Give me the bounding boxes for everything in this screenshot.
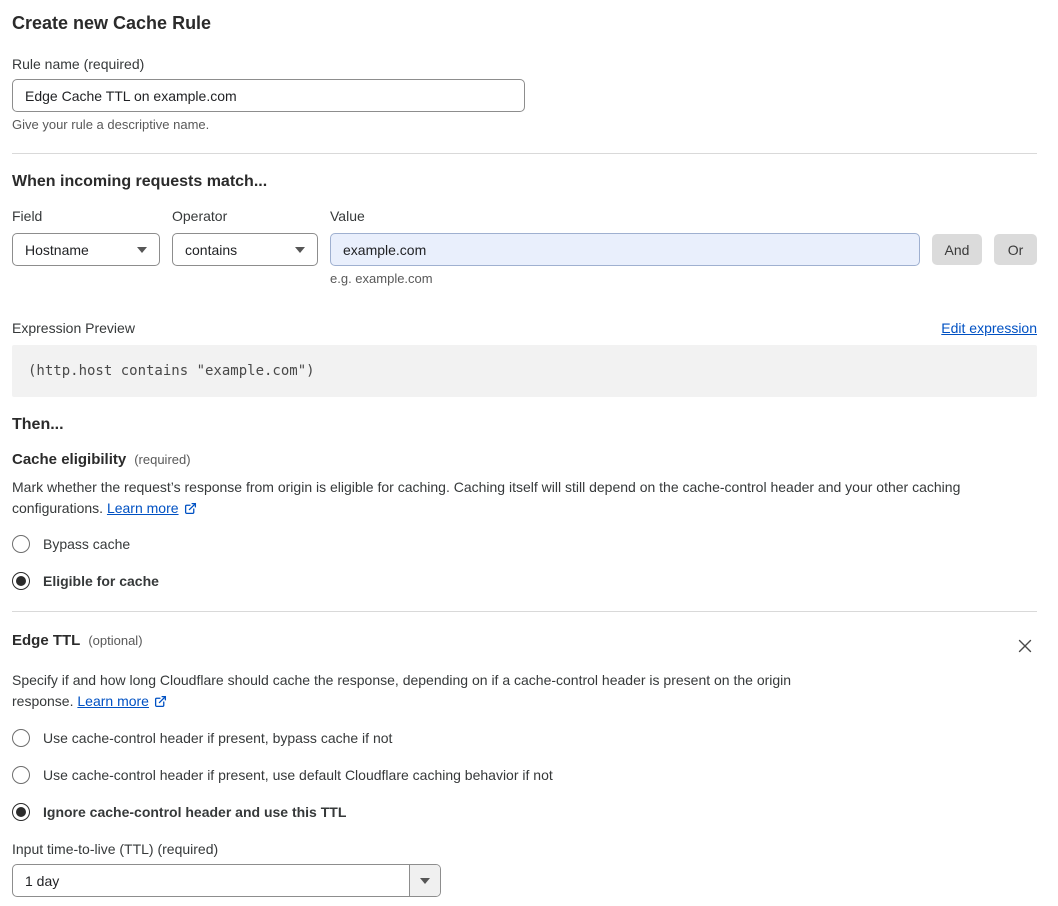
then-heading: Then... — [12, 416, 64, 433]
rule-name-section: Rule name (required) Give your rule a de… — [12, 56, 1037, 132]
ttl-select-value: 1 day — [25, 872, 60, 889]
external-link-icon — [154, 695, 166, 708]
rule-name-label: Rule name (required) — [12, 56, 145, 72]
page-title: Create new Cache Rule — [12, 13, 212, 33]
rule-name-input[interactable] — [12, 79, 525, 112]
radio-option-label[interactable]: Eligible for cache — [43, 573, 159, 589]
ttl-select-arrow-button[interactable] — [409, 865, 440, 896]
divider — [12, 153, 1037, 154]
chevron-down-icon — [137, 246, 147, 253]
operator-label: Operator — [172, 208, 228, 224]
edge-ttl-title: Edge TTL — [12, 632, 81, 649]
learn-more-link[interactable]: Learn more — [107, 500, 179, 516]
radio-option-label[interactable]: Use cache-control header if present, byp… — [43, 730, 392, 746]
edge-ttl-description: Specify if and how long Cloudflare shoul… — [12, 672, 792, 709]
edge-ttl-section: Edge TTL (optional) Specify if and how l… — [12, 632, 1037, 897]
value-helper: e.g. example.com — [330, 271, 433, 286]
close-icon[interactable] — [1013, 634, 1037, 661]
edge-ttl-options: Use cache-control header if present, byp… — [12, 729, 1037, 821]
ttl-select[interactable]: 1 day — [12, 864, 441, 897]
match-expression-builder: Field Operator Value Hostname contains A… — [12, 208, 1037, 286]
expression-preview-label: Expression Preview — [12, 320, 135, 336]
rule-name-helper: Give your rule a descriptive name. — [12, 117, 210, 132]
value-label: Value — [330, 208, 365, 224]
edge-ttl-requirement: (optional) — [88, 633, 143, 648]
value-input[interactable] — [330, 233, 920, 266]
chevron-down-icon — [420, 877, 430, 884]
external-link-icon — [184, 502, 196, 515]
radio-icon[interactable] — [12, 572, 30, 590]
chevron-down-icon — [295, 246, 305, 253]
radio-option-bypass-cache[interactable]: Bypass cache — [12, 535, 1037, 553]
radio-icon[interactable] — [12, 535, 30, 553]
radio-icon[interactable] — [12, 803, 30, 821]
and-button[interactable]: And — [932, 234, 982, 265]
radio-option-use-header-default[interactable]: Use cache-control header if present, use… — [12, 766, 1037, 784]
field-select[interactable]: Hostname — [12, 233, 160, 266]
cache-eligibility-options: Bypass cache Eligible for cache — [12, 535, 1037, 590]
expression-code: (http.host contains "example.com") — [12, 345, 1037, 397]
field-label: Field — [12, 208, 43, 224]
match-heading: When incoming requests match... — [12, 173, 268, 190]
cache-eligibility-section: Cache eligibility (required) Mark whethe… — [12, 451, 1037, 590]
cache-eligibility-title: Cache eligibility — [12, 451, 127, 468]
radio-icon[interactable] — [12, 766, 30, 784]
or-button[interactable]: Or — [994, 234, 1037, 265]
operator-select-value: contains — [185, 241, 238, 258]
field-select-value: Hostname — [25, 241, 89, 258]
learn-more-link[interactable]: Learn more — [77, 693, 149, 709]
ttl-label: Input time-to-live (TTL) (required) — [12, 841, 219, 857]
radio-option-eligible-for-cache[interactable]: Eligible for cache — [12, 572, 1037, 590]
operator-select[interactable]: contains — [172, 233, 318, 266]
radio-option-label[interactable]: Use cache-control header if present, use… — [43, 767, 553, 783]
radio-icon[interactable] — [12, 729, 30, 747]
create-cache-rule-form: Create new Cache Rule Rule name (require… — [0, 0, 1058, 897]
cache-eligibility-description: Mark whether the request’s response from… — [12, 479, 961, 516]
divider — [12, 611, 1037, 612]
expression-preview-header: Expression Preview Edit expression — [12, 320, 1037, 336]
radio-option-label[interactable]: Ignore cache-control header and use this… — [43, 804, 346, 820]
ttl-input-block: Input time-to-live (TTL) (required) 1 da… — [12, 841, 1037, 897]
radio-option-ignore-header-use-ttl[interactable]: Ignore cache-control header and use this… — [12, 803, 1037, 821]
edit-expression-link[interactable]: Edit expression — [941, 320, 1037, 336]
cache-eligibility-requirement: (required) — [134, 452, 191, 467]
radio-option-use-header-bypass[interactable]: Use cache-control header if present, byp… — [12, 729, 1037, 747]
radio-option-label[interactable]: Bypass cache — [43, 536, 130, 552]
